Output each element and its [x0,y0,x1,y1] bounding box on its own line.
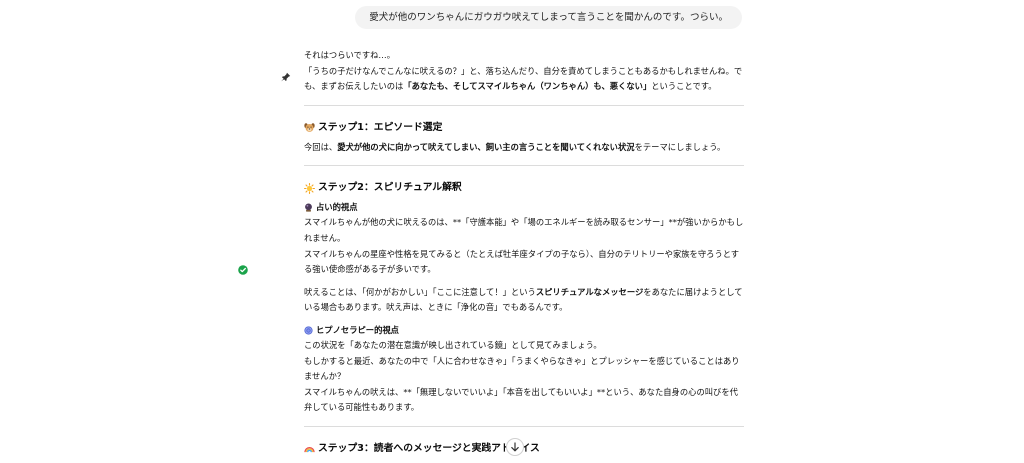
fortune-p3: 吠えることは、「何かがおかしい」「ここに注意して！」というスピリチュアルなメッセ… [304,286,743,313]
scroll-down-button[interactable] [506,438,524,456]
divider [304,104,744,106]
hypno-p3: スマイルちゃんの吠えは、**「無理しないでいいよ」「本音を出してもいいよ」**と… [304,386,738,413]
rainbow-icon [304,447,315,453]
divider [304,165,744,167]
intro-line2: 「うちの子だけなんでこんなに吠えるの？」と、落ち込んだり、自分を責めてしまうこと… [304,65,743,92]
user-message-text: 愛犬が他のワンちゃんにガウガウ吠えてしまって言うことを聞かんのです。つらい。 [369,12,728,23]
user-message-bubble: 愛犬が他のワンちゃんにガウガウ吠えてしまって言うことを聞かんのです。つらい。 [355,6,742,29]
fortune-subhead: 占い的視点 [304,200,744,215]
dog-face-icon [304,123,315,133]
pin-icon[interactable] [281,72,291,82]
hypno-p2: もしかすると最近、あなたの中で「人に合わせなきゃ」「うまくやらなきゃ」とプレッシ… [304,355,740,382]
step1-heading: ステップ1：エピソード選定 [304,120,744,136]
step1-text: 今回は、愛犬が他の犬に向かって吠えてしまい、飼い主の言うことを聞いてくれない状況… [304,141,726,152]
assistant-response: それはつらいですね…。 「うちの子だけなんでこんなに吠えるの？」と、落ち込んだり… [304,48,744,461]
step2-heading: ステップ2：スピリチュアル解釈 [304,180,744,196]
hypno-subhead: ヒプノセラピー的視点 [304,323,744,338]
arrow-down-icon [511,442,519,452]
intro-line1: それはつらいですね…。 [304,50,396,60]
hypno-p1: この状況を「あなたの潜在意識が映し出されている鏡」として見てみましょう。 [304,339,602,350]
fortune-p1: スマイルちゃんが他の犬に吠えるのは、**「守護本能」や「場のエネルギーを読み取る… [304,217,744,243]
blue-circle-icon [304,326,313,335]
step3-heading: ステップ3：読者へのメッセージと実践アドバイス [304,441,744,457]
fortune-p2: スマイルちゃんの星座や性格を見てみると（たとえば牡羊座タイプの子なら）、自分のテ… [304,248,740,275]
divider [304,425,744,427]
crystal-ball-icon [305,203,312,213]
check-circle-icon [238,265,248,275]
sun-icon [304,182,315,194]
